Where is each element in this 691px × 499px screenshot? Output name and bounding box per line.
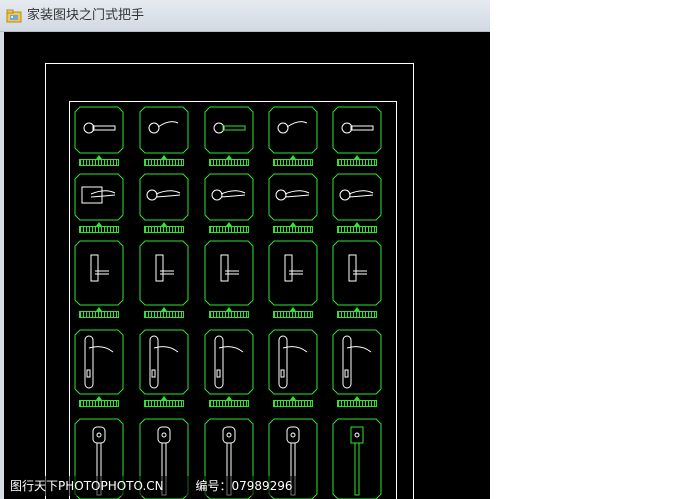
tile-label-tag: [337, 226, 377, 233]
handle-drawing: [74, 240, 124, 311]
handle-tile[interactable]: [139, 106, 189, 166]
tile-label-tag: [273, 400, 313, 407]
handle-drawing: [139, 329, 189, 400]
handle-tile[interactable]: [204, 173, 254, 233]
handle-drawing: [74, 329, 124, 400]
handle-drawing: [204, 329, 254, 400]
tile-label-tag: [209, 400, 249, 407]
handle-tile[interactable]: [268, 329, 318, 407]
folder-image-icon: [6, 9, 22, 23]
tile-label-tag: [79, 311, 119, 318]
tile-label-tag: [209, 311, 249, 318]
tile-label-tag: [144, 226, 184, 233]
watermark-source: 图行天下PHOTOPHOTO.CN: [10, 479, 164, 493]
handle-drawing: [204, 240, 254, 311]
tile-label-tag: [337, 159, 377, 166]
tile-label-tag: [79, 226, 119, 233]
tile-label-tag: [79, 159, 119, 166]
handle-tile[interactable]: [74, 106, 124, 166]
handle-drawing: [139, 173, 189, 226]
handle-tile[interactable]: [139, 329, 189, 407]
tile-label-tag: [337, 400, 377, 407]
handle-tile[interactable]: [139, 240, 189, 318]
tile-label-tag: [273, 311, 313, 318]
handle-tile[interactable]: [74, 329, 124, 407]
tile-label-tag: [273, 159, 313, 166]
app-window: 家装图块之门式把手: [0, 0, 490, 499]
handle-tile[interactable]: [332, 106, 382, 166]
handle-tile[interactable]: [268, 106, 318, 166]
handle-drawing: [332, 329, 382, 400]
handle-tile[interactable]: [332, 329, 382, 407]
handle-drawing: [268, 240, 318, 311]
handle-drawing: [332, 173, 382, 226]
handle-drawing: [332, 106, 382, 159]
tile-label-tag: [209, 226, 249, 233]
tile-label-tag: [273, 226, 313, 233]
tile-label-tag: [337, 311, 377, 318]
cad-viewport[interactable]: [4, 32, 490, 499]
handle-tile[interactable]: [74, 240, 124, 318]
handle-tile[interactable]: [204, 329, 254, 407]
handle-drawing: [74, 106, 124, 159]
tile-label-tag: [79, 400, 119, 407]
handle-drawing: [204, 106, 254, 159]
watermark: 图行天下PHOTOPHOTO.CN 编号：07989296: [6, 476, 297, 496]
handle-drawing: [204, 173, 254, 226]
handle-tile[interactable]: [332, 173, 382, 233]
handle-drawing: [268, 173, 318, 226]
handle-drawing: [139, 240, 189, 311]
handle-tile[interactable]: [268, 173, 318, 233]
handle-drawing: [268, 106, 318, 159]
handle-tile[interactable]: [204, 106, 254, 166]
handle-drawing: [139, 106, 189, 159]
handle-tile[interactable]: [332, 418, 382, 499]
handle-tile[interactable]: [139, 173, 189, 233]
handle-drawing: [332, 240, 382, 311]
title-bar[interactable]: 家装图块之门式把手: [0, 0, 490, 32]
tile-label-tag: [144, 311, 184, 318]
handle-tile[interactable]: [204, 240, 254, 318]
tile-label-tag: [144, 159, 184, 166]
handle-tile[interactable]: [332, 240, 382, 318]
handle-drawing: [332, 418, 382, 499]
tile-label-tag: [209, 159, 249, 166]
tile-label-tag: [144, 400, 184, 407]
watermark-id: 编号：07989296: [195, 479, 293, 493]
handle-drawing: [74, 173, 124, 226]
handle-tile[interactable]: [268, 240, 318, 318]
handle-tile[interactable]: [74, 173, 124, 233]
handle-drawing: [268, 329, 318, 400]
window-title: 家装图块之门式把手: [27, 8, 145, 23]
